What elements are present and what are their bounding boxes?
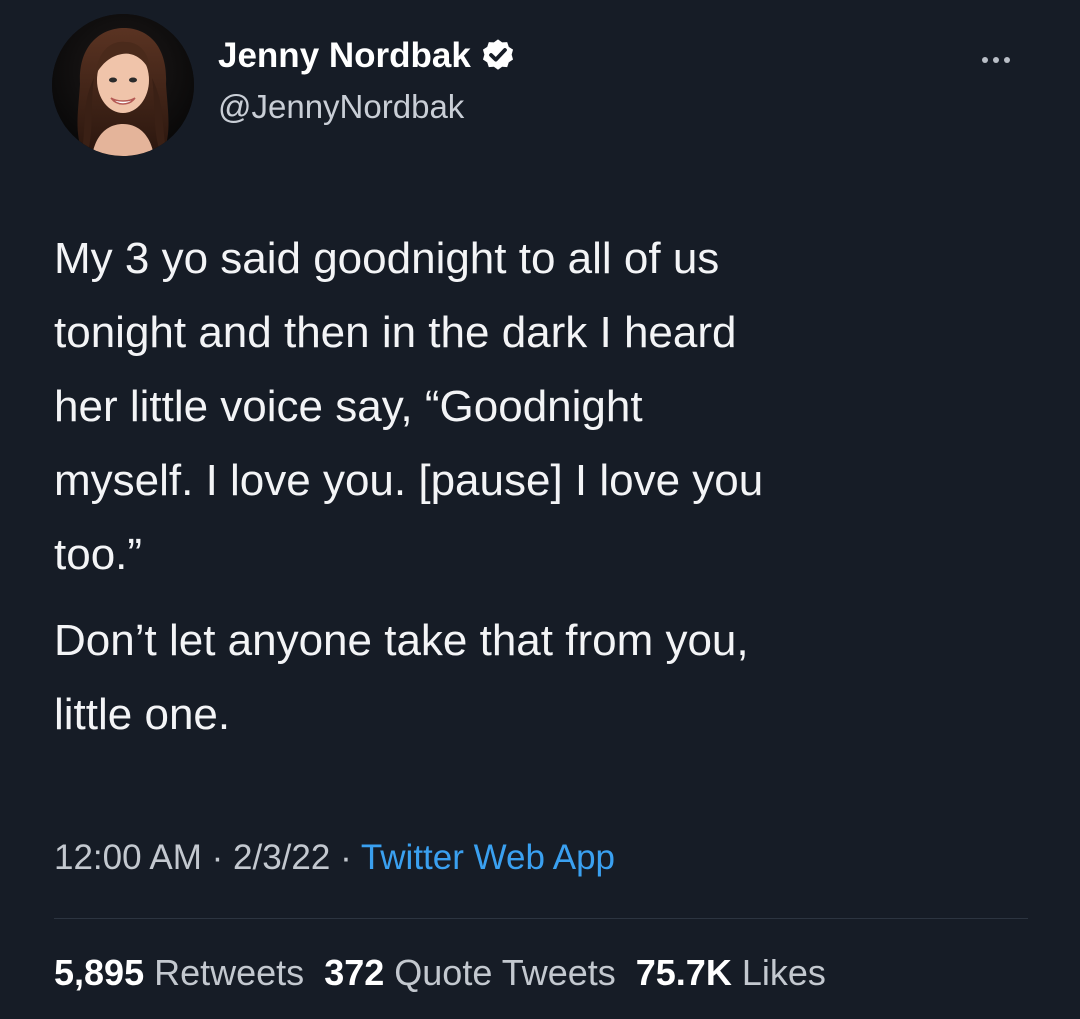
avatar[interactable] — [52, 14, 194, 156]
more-dot — [1004, 57, 1010, 63]
tweet-meta: 12:00 AM · 2/3/22 · Twitter Web App — [54, 838, 615, 878]
verified-badge-icon — [479, 37, 517, 75]
retweets-label: Retweets — [154, 952, 305, 993]
tweet-stats: 5,895 Retweets 372 Quote Tweets 75.7K Li… — [54, 952, 826, 994]
tweet-source-link[interactable]: Twitter Web App — [361, 838, 615, 877]
author-handle[interactable]: @JennyNordbak — [218, 88, 464, 126]
retweets-stat[interactable]: 5,895 Retweets — [54, 952, 304, 994]
meta-separator: · — [211, 838, 224, 877]
tweet-card: Jenny Nordbak @JennyNordbak My 3 yo said… — [0, 0, 1080, 1019]
tweet-time[interactable]: 12:00 AM — [54, 838, 202, 877]
more-dot — [982, 57, 988, 63]
avatar-photo — [52, 14, 194, 156]
more-options-icon[interactable] — [966, 40, 1026, 80]
tweet-paragraph: My 3 yo said goodnight to all of us toni… — [54, 234, 764, 579]
meta-separator: · — [340, 838, 352, 877]
likes-stat[interactable]: 75.7K Likes — [636, 952, 826, 994]
quote-tweets-count: 372 — [324, 952, 385, 993]
tweet-text: My 3 yo said goodnight to all of us toni… — [54, 222, 1044, 752]
likes-label: Likes — [741, 952, 826, 993]
quote-tweets-stat[interactable]: 372 Quote Tweets — [324, 952, 616, 994]
tweet-paragraph: Don’t let anyone take that from you, lit… — [54, 616, 749, 739]
quote-tweets-label: Quote Tweets — [394, 952, 616, 993]
author-name-text[interactable]: Jenny Nordbak — [218, 36, 471, 76]
likes-count: 75.7K — [635, 952, 732, 993]
more-dot — [993, 57, 999, 63]
divider — [54, 918, 1028, 919]
retweets-count: 5,895 — [54, 952, 145, 993]
author-name[interactable]: Jenny Nordbak — [218, 36, 517, 76]
tweet-date[interactable]: 2/3/22 — [233, 838, 330, 877]
